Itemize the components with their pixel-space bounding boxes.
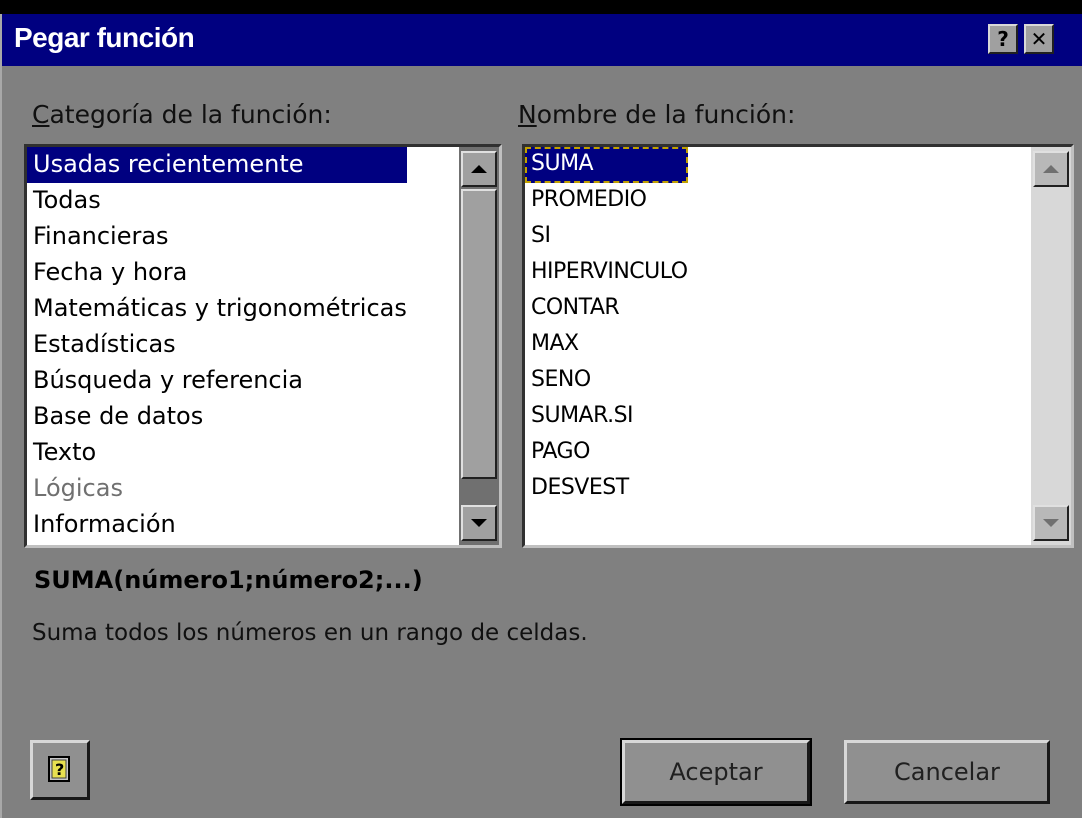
category-list-items: Usadas recientemente Todas Financieras Fech… [27, 147, 407, 543]
title-bar[interactable]: Pegar función ? ✕ [2, 14, 1082, 66]
category-label-accel: C [32, 100, 50, 129]
cancel-button[interactable]: Cancelar [844, 740, 1050, 804]
paste-function-dialog: Pegar función ? ✕ Categoría de la funció… [0, 14, 1082, 818]
list-item[interactable]: DESVEST [525, 471, 688, 507]
help-button-glyph: ? [55, 760, 64, 779]
help-button[interactable]: ? [30, 740, 90, 800]
category-listbox[interactable]: Usadas recientemente Todas Financieras Fech… [24, 144, 502, 548]
list-item[interactable]: MAX [525, 327, 688, 363]
list-item[interactable]: Texto [27, 435, 407, 471]
function-label-text: ombre de la función: [536, 100, 796, 129]
list-item[interactable]: Estadísticas [27, 327, 407, 363]
arrow-up-icon [1043, 165, 1059, 173]
arrow-down-icon [471, 519, 487, 527]
question-icon: ? [997, 27, 1009, 51]
list-item[interactable]: PROMEDIO [525, 183, 688, 219]
arrow-up-icon [471, 165, 487, 173]
list-item[interactable]: Todas [27, 183, 407, 219]
function-scrollbar[interactable] [1031, 147, 1071, 545]
category-scroll-up-button[interactable] [461, 151, 497, 187]
list-item[interactable]: CONTAR [525, 291, 688, 327]
close-icon: ✕ [1030, 27, 1048, 51]
category-label-text: ategoría de la función: [49, 100, 332, 129]
category-label: Categoría de la función: [32, 100, 332, 129]
title-help-button[interactable]: ? [988, 24, 1018, 54]
help-book-icon: ? [48, 756, 70, 782]
category-scroll-thumb[interactable] [461, 189, 497, 479]
function-description: Suma todos los números en un rango de ce… [32, 620, 588, 646]
list-item[interactable]: SENO [525, 363, 688, 399]
list-item[interactable]: Lógicas [27, 471, 407, 507]
function-label-accel: N [518, 100, 537, 129]
title-close-button[interactable]: ✕ [1024, 24, 1054, 54]
dialog-title: Pegar función [14, 22, 195, 53]
arrow-down-icon [1043, 519, 1059, 527]
function-listbox[interactable]: SUMA PROMEDIO SI HIPERVINCULO CONTAR MAX SENO S… [522, 144, 1074, 548]
list-item[interactable]: SUMAR.SI [525, 399, 688, 435]
list-item[interactable]: Fecha y hora [27, 255, 407, 291]
category-scrollbar[interactable] [459, 147, 499, 545]
list-item[interactable]: Búsqueda y referencia [27, 363, 407, 399]
category-scroll-down-button[interactable] [461, 505, 497, 541]
list-item[interactable]: Matemáticas y trigonométricas [27, 291, 407, 327]
list-item[interactable]: SUMA [525, 147, 688, 183]
function-list-items: SUMA PROMEDIO SI HIPERVINCULO CONTAR MAX SENO S… [525, 147, 688, 507]
function-scroll-down-button[interactable] [1033, 505, 1069, 541]
ok-button[interactable]: Aceptar [620, 738, 812, 806]
list-item[interactable]: Usadas recientemente [27, 147, 407, 183]
list-item[interactable]: Financieras [27, 219, 407, 255]
list-item[interactable]: SI [525, 219, 688, 255]
list-item[interactable]: HIPERVINCULO [525, 255, 688, 291]
list-item[interactable]: Información [27, 507, 407, 543]
function-label: Nombre de la función: [518, 100, 795, 129]
function-signature: SUMA(número1;número2;...) [34, 566, 423, 594]
list-item[interactable]: PAGO [525, 435, 688, 471]
function-scroll-up-button[interactable] [1033, 151, 1069, 187]
list-item[interactable]: Base de datos [27, 399, 407, 435]
